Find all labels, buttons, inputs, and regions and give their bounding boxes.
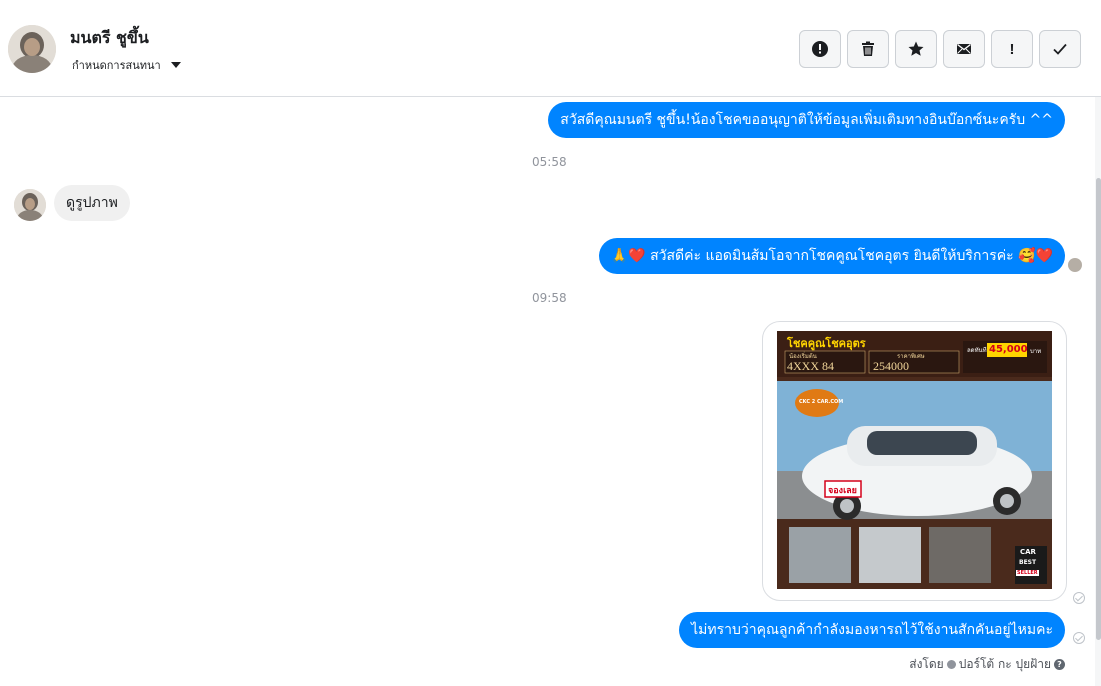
contact-avatar[interactable]: [8, 25, 56, 73]
envelope-icon: [957, 43, 971, 54]
mark-spam-button[interactable]: [799, 30, 841, 68]
ad-badge-top: CAR: [1020, 548, 1036, 556]
caret-down-icon: [170, 62, 181, 68]
message-bubble-incoming[interactable]: ดูรูปภาพ: [54, 185, 130, 221]
contact-name: มนตรี ชูขึ้น: [70, 28, 149, 47]
message-timestamp: 05:58: [532, 155, 567, 169]
ad-badge-bottom: SELLER: [1016, 570, 1039, 576]
delivered-check-icon: [1073, 632, 1085, 644]
message-bubble-outgoing[interactable]: สวัสดีคุณมนตรี ชูขึ้น!น้องโชคขออนุญาติให…: [548, 102, 1065, 138]
ad-badge-mid: BEST: [1019, 559, 1037, 566]
assign-conversation-dropdown[interactable]: กำหนดการสนทนา: [72, 56, 181, 74]
ad-discount-unit: บาท: [1030, 348, 1042, 355]
verified-icon: [946, 660, 956, 669]
message-bubble-outgoing[interactable]: 🙏❤️ สวัสดีค่ะ แอดมินส้มโอจากโชคคูณโชคอุต…: [598, 238, 1065, 274]
star-icon: [908, 41, 924, 56]
mark-done-button[interactable]: [1039, 30, 1081, 68]
contact-avatar-small: [14, 189, 46, 221]
message-image-attachment[interactable]: โชคคูณโชคอุตร น้องเริ่มต้น 4XXX 84 ราคาพ…: [762, 321, 1067, 601]
assign-label: กำหนดการสนทนา: [72, 59, 161, 72]
delivered-check-icon: [1073, 592, 1085, 604]
car-ad-image: โชคคูณโชคอุตร น้องเริ่มต้น 4XXX 84 ราคาพ…: [777, 331, 1052, 589]
ad-stamp: จองเลย: [828, 486, 857, 496]
ad-price: 254000: [873, 359, 909, 373]
scrollbar-thumb[interactable]: [1096, 178, 1101, 640]
sent-by-info: ส่งโดย ปอร์โต้ กะ ปุยฝ้าย ?: [909, 655, 1065, 674]
ad-plate: 4XXX 84: [787, 359, 834, 373]
checkmark-icon: [1053, 43, 1067, 55]
mark-unread-button[interactable]: [943, 30, 985, 68]
seen-avatar: [1068, 258, 1082, 272]
ad-logo: CKC 2 CAR.COM: [799, 399, 844, 405]
alert-circle-icon: [812, 41, 828, 57]
conversation-header: มนตรี ชูขึ้น กำหนดการสนทนา !: [0, 0, 1101, 97]
ad-brand: โชคคูณโชคอุตร: [787, 337, 866, 350]
message-bubble-outgoing[interactable]: ไม่ทราบว่าคุณลูกค้ากำลังมองหารถไว้ใช้งาน…: [679, 612, 1065, 648]
sender-name[interactable]: ปอร์โต้ กะ ปุยฝ้าย: [959, 655, 1051, 674]
sent-by-label: ส่งโดย: [909, 657, 944, 671]
ad-discount-label: ลดทันที: [967, 347, 987, 354]
star-button[interactable]: [895, 30, 937, 68]
delete-button[interactable]: [847, 30, 889, 68]
exclamation-icon: !: [1009, 40, 1015, 58]
follow-up-button[interactable]: !: [991, 30, 1033, 68]
message-timestamp: 09:58: [532, 291, 567, 305]
ad-discount: 45,000: [989, 344, 1028, 355]
header-actions: !: [799, 30, 1081, 68]
trash-icon: [862, 41, 874, 56]
question-circle-icon[interactable]: ?: [1054, 659, 1065, 670]
